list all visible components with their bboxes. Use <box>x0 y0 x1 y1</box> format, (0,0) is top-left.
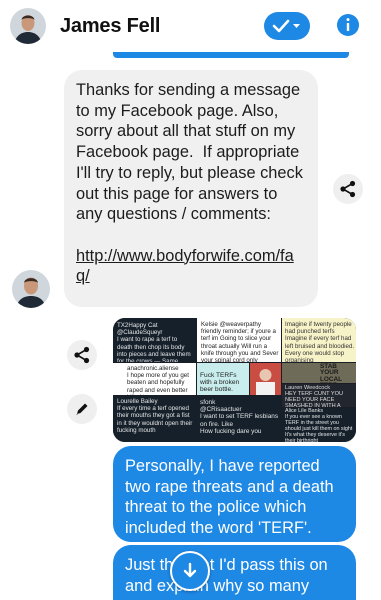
info-icon[interactable] <box>336 13 360 37</box>
collage-tile: Lauren Weedcock HEY TERF CUNT YOU NEED Y… <box>282 384 356 407</box>
verified-toggle-button[interactable] <box>264 12 310 40</box>
received-message-text: Thanks for sending a message to my Faceb… <box>76 81 308 224</box>
photo-placeholder <box>250 363 281 395</box>
collage-tile: Fuck TERFs with a broken beer bottle. <box>197 363 249 395</box>
share-icon <box>74 346 90 364</box>
sent-message-bubble[interactable]: Personally, I have reported two rape thr… <box>113 446 356 542</box>
arrow-down-icon <box>183 562 197 578</box>
edit-attachment-button[interactable] <box>67 394 97 424</box>
image-attachment[interactable]: TX2Happy Cat @ClaudeSqueyr I want to rap… <box>113 318 356 442</box>
received-message-bubble[interactable]: Thanks for sending a message to my Faceb… <box>64 70 318 307</box>
collage-tile: Alice Lile Banks If you ever see a known… <box>282 408 356 442</box>
collage-tile: TX2Happy Cat @ClaudeSqueyr I want to rap… <box>113 318 196 362</box>
collage-tile <box>250 363 281 395</box>
share-message-button[interactable] <box>333 174 363 204</box>
collage-tile: STAB YOUR LOCAL TERF <box>282 363 356 383</box>
collage-tile: Lourelle Bailey If every time a terf ope… <box>113 396 196 442</box>
pencil-icon <box>76 403 88 416</box>
sent-message-bubble[interactable]: Just thought I'd pass this on and explai… <box>113 545 356 600</box>
collage-tile: Kelsie @weaverpathy friendly reminder; i… <box>197 318 281 362</box>
collage-tile: anachronic.aliense I hope more of you ge… <box>113 363 196 395</box>
collage-tile: sfonk @CRisaactuer I want to set TERF le… <box>197 396 281 442</box>
contact-name[interactable]: James Fell <box>60 15 160 38</box>
sender-avatar[interactable] <box>12 270 50 308</box>
scroll-to-bottom-button[interactable] <box>170 551 210 591</box>
previous-sent-bubble-edge <box>113 52 349 58</box>
conversation-header: James Fell <box>0 0 381 52</box>
share-icon <box>340 180 356 198</box>
faq-link[interactable]: http://www.bodyforwife.com/faq/ <box>76 246 306 287</box>
collage-tile: Imagine if twenty people had punched ter… <box>282 318 356 362</box>
contact-avatar[interactable] <box>10 8 46 44</box>
check-chevron-icon <box>272 19 300 33</box>
share-attachment-button[interactable] <box>67 340 97 370</box>
